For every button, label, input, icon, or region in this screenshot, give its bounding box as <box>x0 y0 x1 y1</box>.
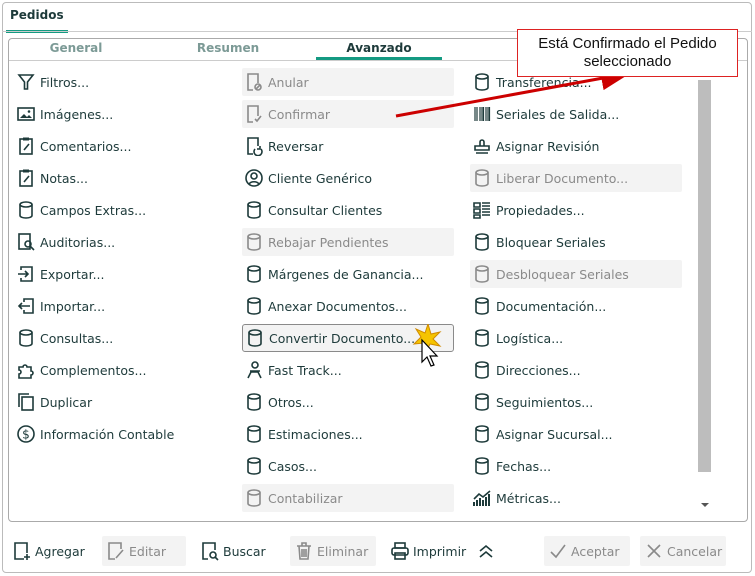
cursor-icon <box>412 324 442 367</box>
callout-arrow <box>395 66 631 118</box>
callout-annotation: Está Confirmado el Pedido seleccionado <box>517 29 738 77</box>
callout-line2: seleccionado <box>583 53 672 70</box>
callout-line1: Está Confirmado el Pedido <box>538 35 717 52</box>
